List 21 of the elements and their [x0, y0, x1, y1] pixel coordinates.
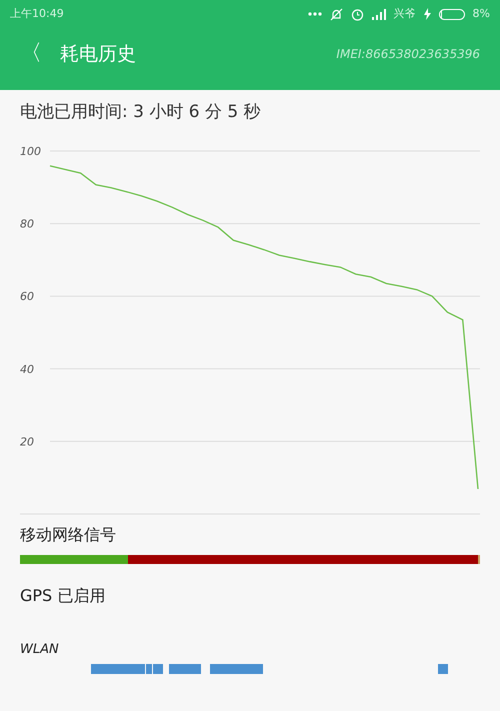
carrier-name: 兴爷 — [394, 6, 416, 22]
usage-time: 电池已用时间: 3 小时 6 分 5 秒 — [19, 101, 262, 124]
tick-label: 100 — [20, 145, 41, 158]
more-icon — [308, 12, 322, 16]
section-label: WLAN — [20, 641, 60, 659]
imei-text: IMEI:866538023635396 — [336, 46, 480, 63]
battery-percent: 8% — [472, 6, 490, 22]
alarm-icon — [350, 8, 364, 20]
battery-icon — [438, 8, 465, 20]
charging-icon — [424, 8, 431, 20]
section-label: 移动网络信号 — [20, 524, 117, 546]
section-label: GPS 已启用 — [20, 585, 106, 607]
signal-icon — [372, 8, 386, 20]
muted-bell-icon — [330, 8, 343, 20]
back-button[interactable]: 〈 — [20, 43, 42, 65]
tick-label: 20 — [20, 435, 34, 448]
tick-label: 60 — [20, 290, 34, 304]
tick-label: 80 — [20, 218, 34, 231]
status-time: 上午10:49 — [10, 6, 64, 22]
page-title: 耗电历史 — [60, 42, 136, 67]
tick-label: 40 — [20, 362, 34, 376]
